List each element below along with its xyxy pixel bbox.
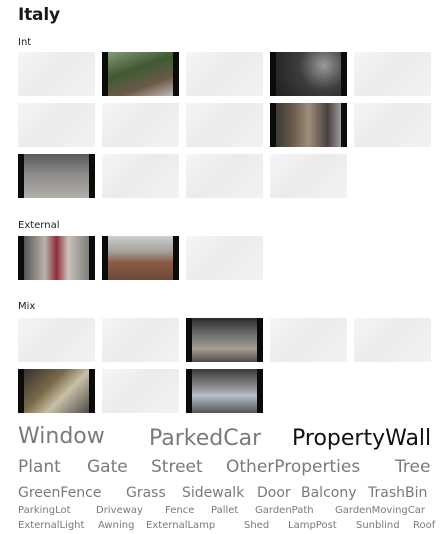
thumbnail-scene	[186, 318, 263, 362]
tag-lamppost[interactable]: LampPost	[288, 520, 337, 531]
section-label-int: Int	[18, 37, 32, 48]
tag-driveway[interactable]: Driveway	[96, 505, 143, 516]
section-label-mix: Mix	[18, 301, 36, 312]
thumbnail-scene	[186, 154, 263, 198]
letterbox-bar	[173, 236, 179, 280]
letterbox-bar	[270, 52, 276, 96]
thumbnail-scene	[354, 318, 431, 362]
video-thumbnail[interactable]	[102, 369, 179, 413]
thumbnail-scene	[102, 318, 179, 362]
tag-roof[interactable]: Roof	[413, 520, 435, 531]
thumbnail-scene	[18, 154, 95, 198]
tag-trashbin[interactable]: TrashBin	[368, 485, 427, 501]
tag-externallamp[interactable]: ExternalLamp	[146, 520, 215, 531]
letterbox-bar	[341, 52, 347, 96]
video-thumbnail[interactable]	[18, 154, 95, 198]
letterbox-bar	[18, 369, 24, 413]
video-thumbnail[interactable]	[102, 154, 179, 198]
thumbnail-scene	[186, 236, 263, 280]
video-thumbnail[interactable]	[18, 236, 95, 280]
tag-gardenmovingcar[interactable]: GardenMovingCar	[335, 505, 425, 516]
tag-sidewalk[interactable]: Sidewalk	[182, 485, 244, 501]
video-thumbnail[interactable]	[270, 318, 347, 362]
video-thumbnail[interactable]	[186, 154, 263, 198]
tag-street[interactable]: Street	[151, 457, 203, 477]
video-thumbnail[interactable]	[18, 52, 95, 96]
letterbox-bar	[270, 103, 276, 147]
letterbox-bar	[89, 369, 95, 413]
thumbnail-scene	[18, 318, 95, 362]
thumbnail-scene	[102, 236, 179, 280]
tag-externallight[interactable]: ExternalLight	[18, 520, 84, 531]
letterbox-bar	[102, 236, 108, 280]
letterbox-bar	[186, 318, 192, 362]
letterbox-bar	[18, 236, 24, 280]
video-thumbnail[interactable]	[18, 103, 95, 147]
thumbnail-scene	[102, 103, 179, 147]
video-thumbnail[interactable]	[270, 103, 347, 147]
video-thumbnail[interactable]	[102, 103, 179, 147]
thumbnail-scene	[270, 318, 347, 362]
thumbnail-scene	[18, 103, 95, 147]
video-thumbnail[interactable]	[270, 154, 347, 198]
letterbox-bar	[89, 154, 95, 198]
video-thumbnail[interactable]	[102, 318, 179, 362]
video-thumbnail[interactable]	[186, 103, 263, 147]
tag-tree[interactable]: Tree	[395, 457, 430, 477]
letterbox-bar	[257, 318, 263, 362]
letterbox-bar	[341, 103, 347, 147]
video-thumbnail[interactable]	[102, 236, 179, 280]
letterbox-bar	[89, 236, 95, 280]
thumbnail-scene	[18, 236, 95, 280]
video-thumbnail[interactable]	[18, 318, 95, 362]
thumbnail-scene	[354, 52, 431, 96]
tag-door[interactable]: Door	[257, 485, 291, 501]
tag-propertywall[interactable]: PropertyWall	[292, 426, 431, 451]
video-thumbnail[interactable]	[102, 52, 179, 96]
tag-grass[interactable]: Grass	[126, 485, 166, 501]
thumbnail-scene	[18, 369, 95, 413]
thumbnail-scene	[354, 103, 431, 147]
video-thumbnail[interactable]	[186, 318, 263, 362]
page-title: Italy	[18, 5, 60, 25]
tag-window[interactable]: Window	[18, 424, 105, 449]
section-label-external: External	[18, 220, 60, 231]
thumbnail-scene	[270, 154, 347, 198]
tag-balcony[interactable]: Balcony	[301, 485, 357, 501]
letterbox-bar	[18, 154, 24, 198]
tag-shed[interactable]: Shed	[244, 520, 269, 531]
tag-plant[interactable]: Plant	[18, 457, 61, 477]
tag-sunblind[interactable]: Sunblind	[356, 520, 400, 531]
thumbnail-scene	[102, 369, 179, 413]
thumbnail-scene	[186, 103, 263, 147]
thumbnail-scene	[18, 52, 95, 96]
video-thumbnail[interactable]	[186, 236, 263, 280]
tag-awning[interactable]: Awning	[98, 520, 134, 531]
tag-pallet[interactable]: Pallet	[211, 505, 238, 516]
thumbnail-scene	[270, 103, 347, 147]
tag-gardenpath[interactable]: GardenPath	[255, 505, 314, 516]
thumbnail-scene	[186, 52, 263, 96]
letterbox-bar	[173, 52, 179, 96]
video-thumbnail[interactable]	[18, 369, 95, 413]
thumbnail-scene	[270, 52, 347, 96]
letterbox-bar	[186, 369, 192, 413]
thumbnail-scene	[102, 154, 179, 198]
video-thumbnail[interactable]	[354, 52, 431, 96]
video-thumbnail[interactable]	[186, 369, 263, 413]
video-thumbnail[interactable]	[354, 103, 431, 147]
letterbox-bar	[102, 52, 108, 96]
tag-otherproperties[interactable]: OtherProperties	[226, 457, 360, 477]
thumbnail-scene	[186, 369, 263, 413]
video-thumbnail[interactable]	[354, 318, 431, 362]
tag-parkinglot[interactable]: ParkingLot	[18, 505, 71, 516]
video-thumbnail[interactable]	[270, 52, 347, 96]
thumbnail-scene	[102, 52, 179, 96]
video-thumbnail[interactable]	[186, 52, 263, 96]
tag-fence[interactable]: Fence	[165, 505, 194, 516]
letterbox-bar	[257, 369, 263, 413]
tag-greenfence[interactable]: GreenFence	[18, 485, 101, 501]
tag-parkedcar[interactable]: ParkedCar	[149, 426, 261, 451]
tag-gate[interactable]: Gate	[87, 457, 128, 477]
